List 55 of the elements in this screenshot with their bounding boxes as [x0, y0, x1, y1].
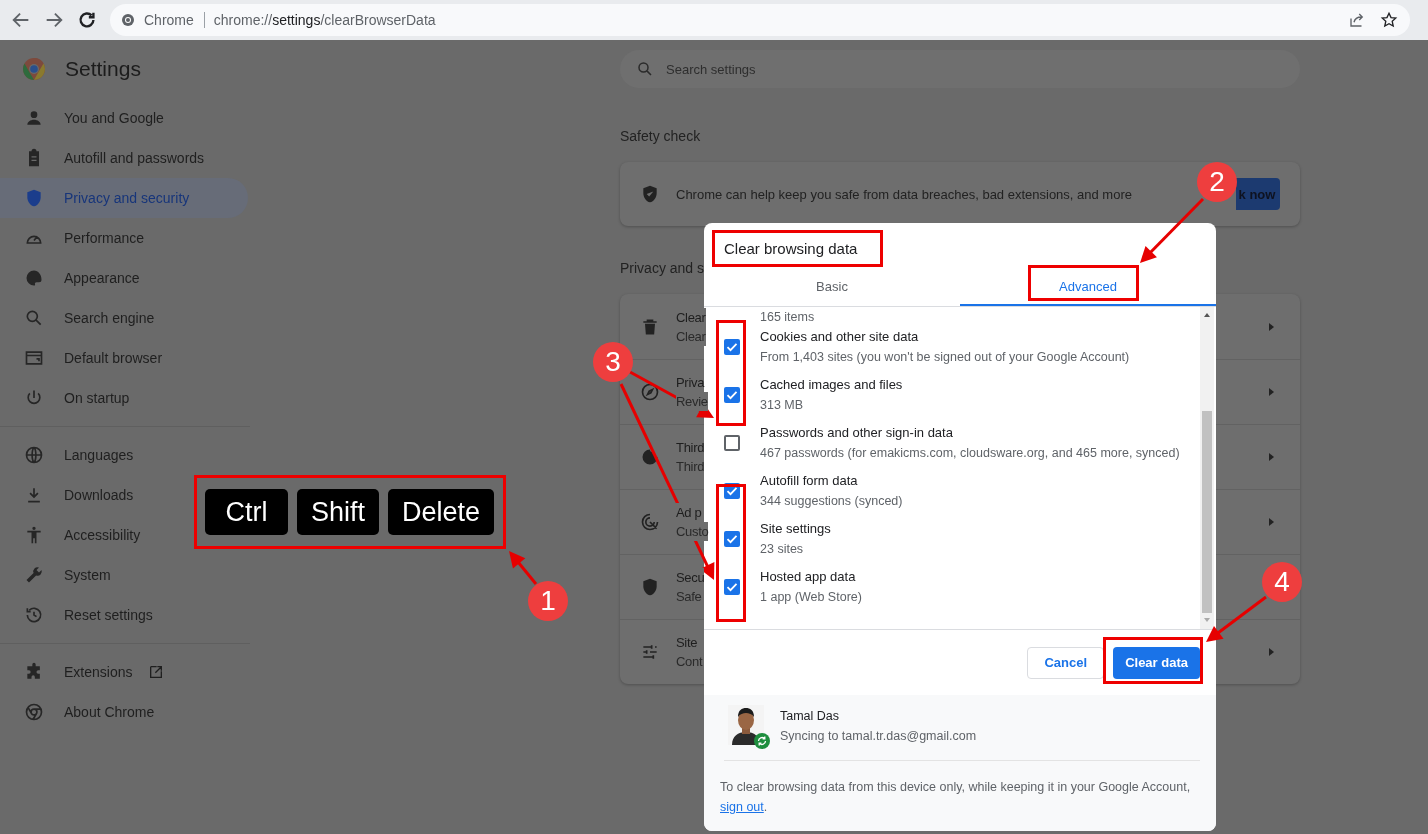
option-detail: 313 MB [760, 397, 804, 414]
option-label: Cached images and files [760, 376, 903, 394]
option-detail: 344 suggestions (synced) [760, 493, 903, 510]
keyboard-key: Shift [297, 489, 379, 535]
option-label: Autofill form data [760, 472, 858, 490]
tab[interactable]: Advanced [960, 268, 1216, 306]
option-detail: 1 app (Web Store) [760, 589, 862, 606]
settings-title: Settings [65, 57, 141, 81]
option-detail: 23 sites [760, 541, 804, 558]
row-subtitle: Custo [676, 522, 709, 541]
sidebar-item[interactable]: Autofill and passwords [0, 138, 205, 178]
sidebar-item[interactable]: On startup [0, 378, 130, 418]
account-email: Syncing to tamal.tr.das@gmail.com [780, 728, 977, 745]
section-heading: Privacy and s [620, 259, 706, 278]
sidebar-item[interactable]: Search engine [0, 298, 155, 338]
sidebar-item[interactable]: Accessibility [0, 515, 141, 555]
sidebar-item[interactable]: Performance [0, 218, 145, 258]
option-label: Cookies and other site data [760, 328, 919, 346]
sidebar-item[interactable]: Downloads [0, 475, 134, 515]
sidebar-item[interactable]: System [0, 555, 111, 595]
site-label: Chrome [144, 12, 205, 28]
sidebar-item[interactable]: Appearance [0, 258, 140, 298]
sidebar-item[interactable]: Reset settings [0, 595, 153, 635]
sidebar-item[interactable]: Extensions [0, 652, 165, 692]
sign-out-link[interactable]: sign out [720, 800, 764, 814]
sign-out-note: To clear browsing data from this device only, while keeping it in your Google Account, sign out. [720, 779, 1192, 816]
row-title[interactable]: Ad p [676, 503, 702, 522]
sidebar-item[interactable]: About Chrome [0, 692, 155, 732]
check-now-button[interactable]: k now [1236, 178, 1280, 210]
search-field[interactable]: Search settings [620, 50, 1300, 88]
dialog-title: Clear browsing data [724, 240, 858, 257]
step-number: 1 [528, 581, 568, 621]
tab[interactable]: Basic [704, 268, 960, 306]
safety-check-text: Chrome can help keep you safe from data breaches, bad extensions, and more [676, 186, 1133, 202]
sidebar-item[interactable]: Languages [0, 435, 134, 475]
row-title[interactable]: Clear [676, 307, 706, 327]
url-text: chrome://settings/clearBrowserData [213, 12, 436, 28]
sidebar-item[interactable]: Privacy and security [0, 178, 248, 218]
step-number: 3 [593, 342, 633, 382]
keyboard-key: Ctrl [205, 489, 288, 535]
option-detail: 165 items [760, 309, 815, 326]
address-bar[interactable]: Chrome chrome://settings/clearBrowserData [110, 4, 1410, 36]
option-detail: From 1,403 sites (you won't be signed out of your Google Account) [760, 349, 1130, 366]
option-label: Passwords and other sign-in data [760, 424, 953, 442]
option-label: Site settings [760, 520, 831, 538]
option-detail: 467 passwords (for emakicms.com, cloudsware.org, and 465 more, synced) [760, 445, 1180, 462]
sidebar-item[interactable]: You and Google [0, 98, 164, 138]
clear-data-button[interactable]: Clear data [1113, 646, 1200, 679]
sidebar-item[interactable]: Default browser [0, 338, 163, 378]
account-name: Tamal Das [780, 708, 840, 725]
keyboard-key: Delete [388, 489, 494, 535]
row-subtitle: Revie [676, 392, 708, 411]
section-heading: Safety check [620, 127, 702, 146]
cancel-button[interactable]: Cancel [1027, 646, 1105, 679]
option-label: Hosted app data [760, 568, 856, 586]
